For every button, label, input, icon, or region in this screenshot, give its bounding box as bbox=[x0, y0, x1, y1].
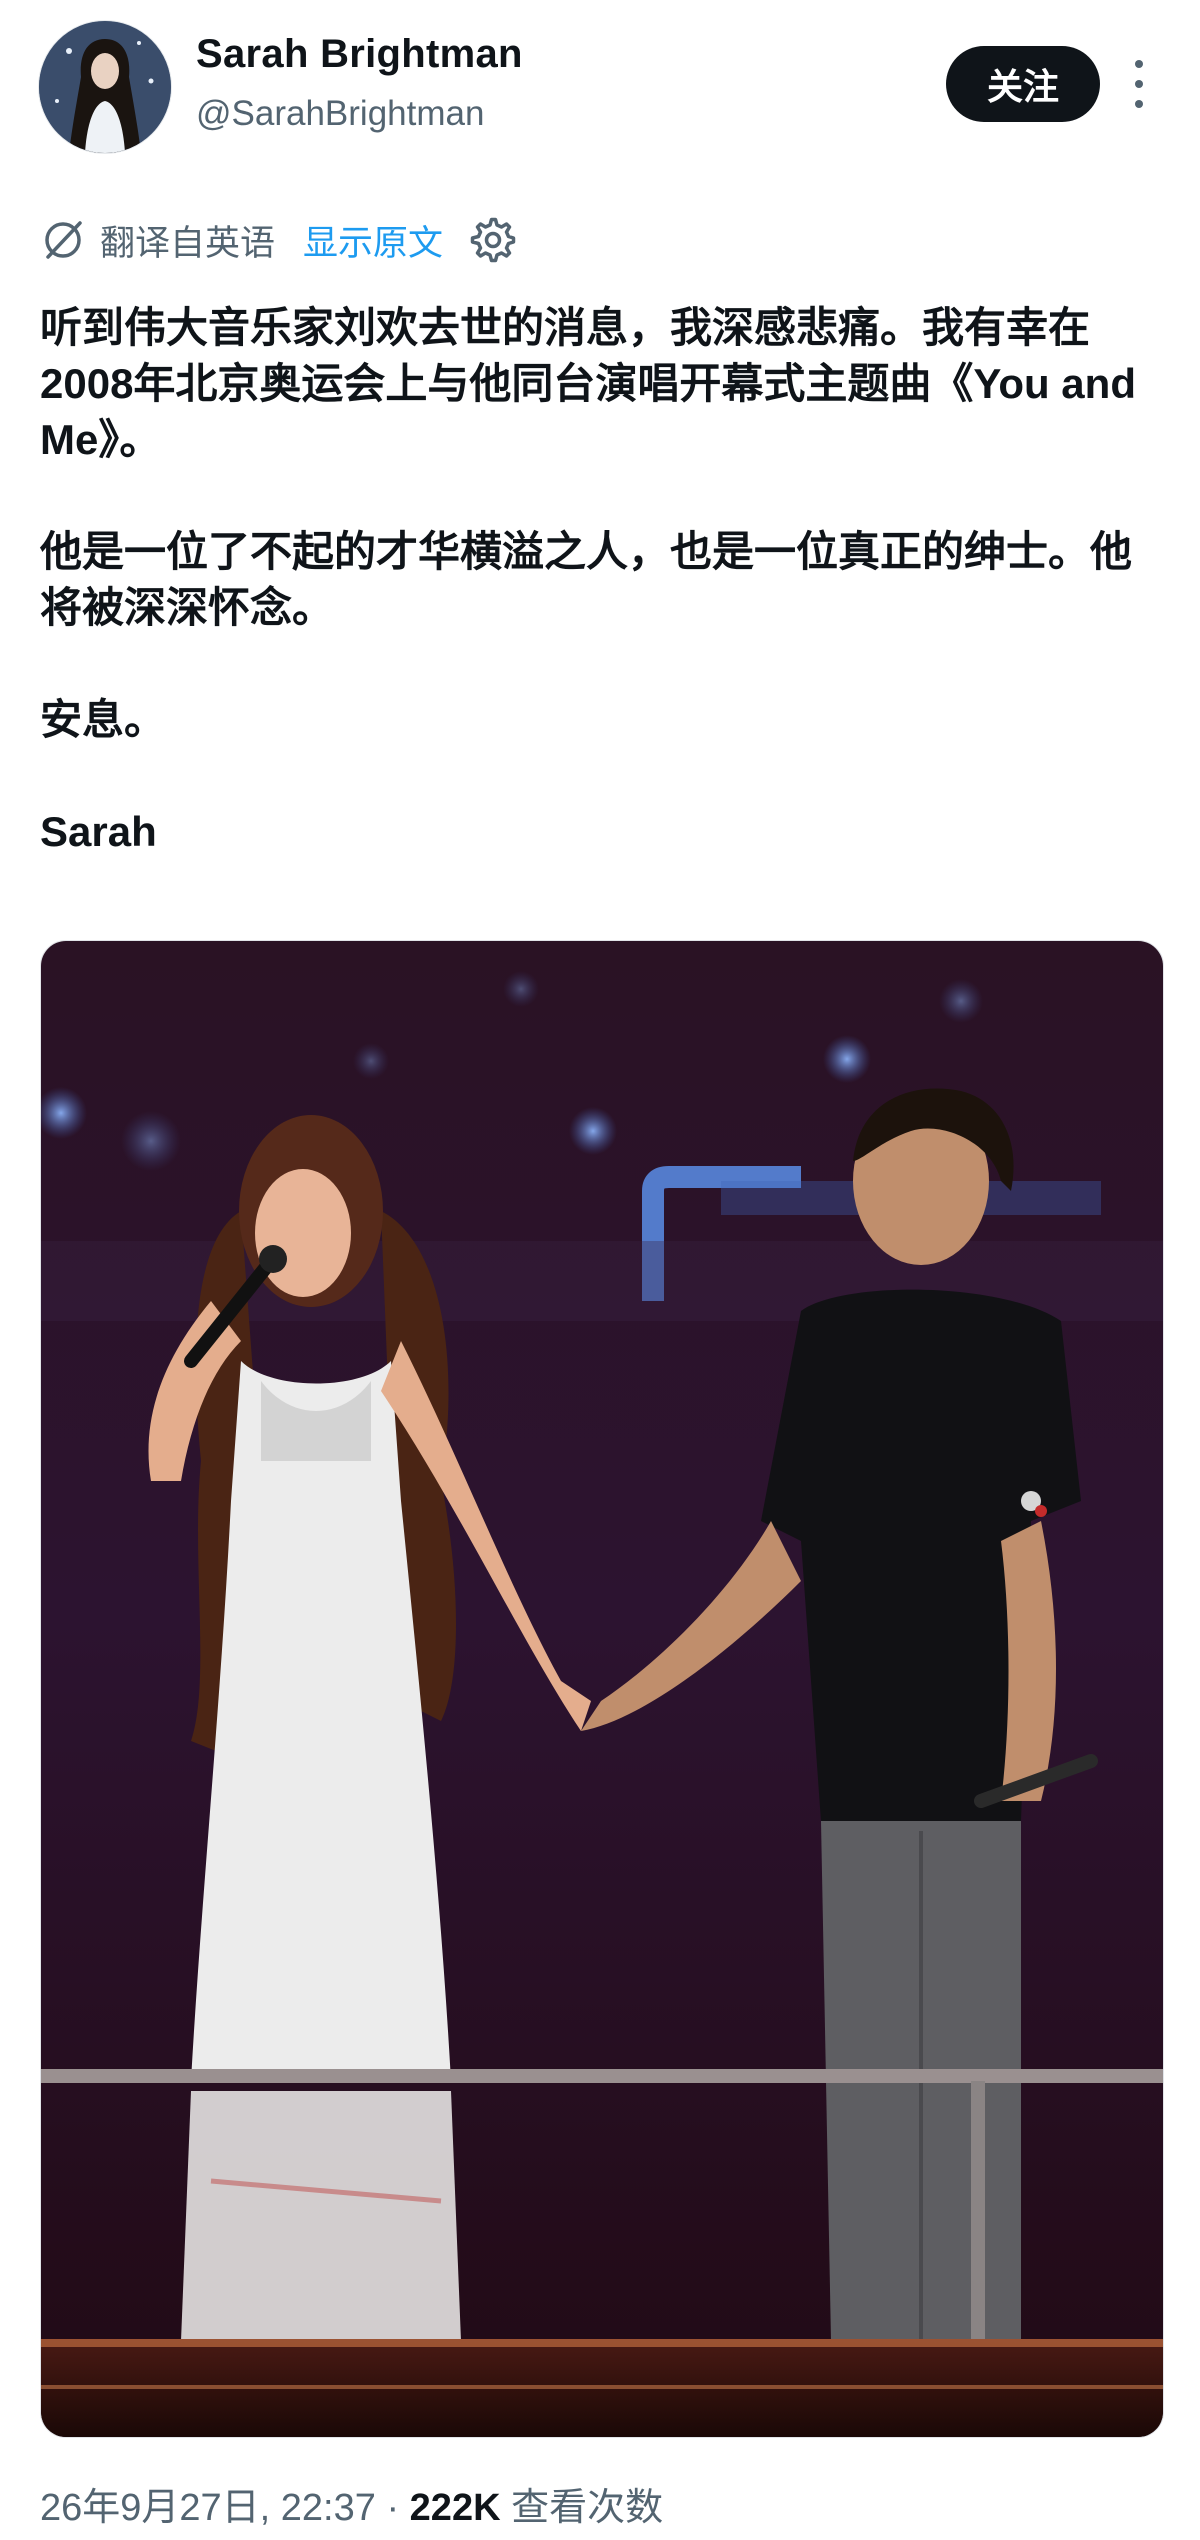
tweet-signature: Sarah bbox=[40, 808, 157, 855]
translation-bar: 翻译自英语 显示原文 bbox=[40, 214, 517, 266]
tweet-photo[interactable] bbox=[40, 940, 1164, 2438]
more-dot bbox=[1135, 60, 1143, 68]
translated-from-label: 翻译自英语 bbox=[100, 223, 276, 263]
translate-icon bbox=[45, 221, 82, 259]
gear-icon[interactable] bbox=[469, 216, 517, 264]
author-avatar[interactable] bbox=[38, 20, 172, 154]
tweet-text: 听到伟大音乐家刘欢去世的消息，我深感悲痛。我有幸在2008年北京奥运会上与他同台… bbox=[40, 300, 1160, 860]
tweet-paragraph: 他是一位了不起的才华横溢之人，也是一位真正的绅士。他将被深深怀念。 bbox=[40, 528, 1133, 631]
more-dot bbox=[1135, 100, 1143, 108]
author-display-name[interactable]: Sarah Brightman bbox=[196, 32, 523, 77]
follow-button[interactable]: 关注 bbox=[946, 46, 1100, 122]
show-original-link[interactable]: 显示原文 bbox=[303, 215, 443, 266]
author-handle[interactable]: @SarahBrightman bbox=[196, 94, 484, 134]
tweet-paragraph: 安息。 bbox=[40, 696, 167, 743]
more-dot bbox=[1135, 80, 1143, 88]
tweet-header: Sarah Brightman @SarahBrightman 关注 bbox=[0, 0, 1200, 190]
more-vertical-icon[interactable] bbox=[1124, 60, 1154, 108]
tweet-meta: 26年9月27日, 22:37 · 222K 查看次数 bbox=[40, 2476, 663, 2531]
view-count-label: 查看次数 bbox=[511, 2487, 664, 2529]
view-count: 222K bbox=[409, 2487, 501, 2529]
photo-stage-performance bbox=[41, 941, 1163, 2437]
tweet-timestamp[interactable]: 26年9月27日, 22:37 bbox=[40, 2487, 376, 2529]
avatar-image bbox=[39, 21, 171, 153]
meta-separator: · bbox=[386, 2487, 400, 2529]
tweet-paragraph: 听到伟大音乐家刘欢去世的消息，我深感悲痛。我有幸在2008年北京奥运会上与他同台… bbox=[40, 304, 1136, 463]
